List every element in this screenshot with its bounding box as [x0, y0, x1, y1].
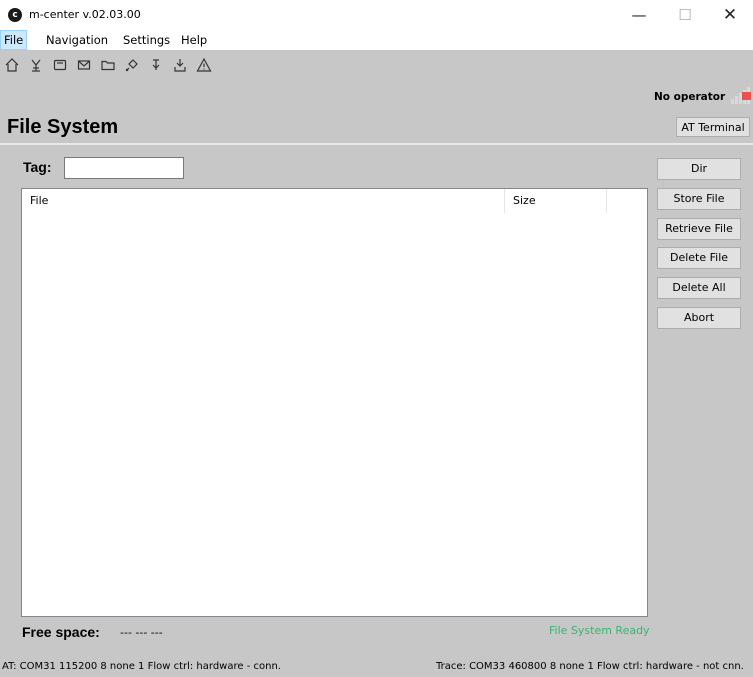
at-terminal-button[interactable]: AT Terminal	[676, 117, 750, 137]
page-title: File System	[7, 116, 119, 138]
app-logo-icon: c	[8, 8, 22, 22]
home-icon[interactable]	[4, 57, 20, 73]
tower-icon[interactable]	[148, 57, 164, 73]
satellite-icon[interactable]	[124, 57, 140, 73]
antenna-icon[interactable]	[28, 57, 44, 73]
tag-input[interactable]	[64, 157, 184, 179]
menu-help[interactable]: Help	[181, 33, 207, 47]
retrieve-file-button[interactable]: Retrieve File	[657, 218, 741, 240]
free-space-value: --- --- ---	[120, 626, 163, 639]
message-icon[interactable]	[76, 57, 92, 73]
minimize-button[interactable]: —	[616, 0, 662, 30]
close-button[interactable]: ✕	[707, 0, 753, 30]
at-port-status: AT: COM31 115200 8 none 1 Flow ctrl: har…	[2, 661, 281, 672]
folder-icon[interactable]	[100, 57, 116, 73]
toolbar	[0, 50, 753, 83]
menu-file[interactable]: File	[0, 30, 28, 50]
status-bar: AT: COM31 115200 8 none 1 Flow ctrl: har…	[0, 657, 753, 677]
free-space-label: Free space:	[22, 624, 100, 640]
warning-icon[interactable]	[196, 57, 212, 73]
app-content: No operator File System AT Terminal Tag:…	[0, 50, 753, 677]
menu-navigation[interactable]: Navigation	[46, 33, 108, 47]
delete-file-button[interactable]: Delete File	[657, 247, 741, 269]
title-bar: c m-center v.02.03.00 — ☐ ✕	[0, 0, 753, 30]
header-divider	[0, 143, 753, 145]
store-file-button[interactable]: Store File	[657, 188, 741, 210]
delete-all-button[interactable]: Delete All	[657, 277, 741, 299]
sim-card-icon[interactable]	[52, 57, 68, 73]
tag-label: Tag:	[23, 159, 52, 175]
operator-status: No operator	[654, 91, 726, 103]
abort-button[interactable]: Abort	[657, 307, 741, 329]
trace-port-status: Trace: COM33 460800 8 none 1 Flow ctrl: …	[436, 661, 744, 672]
maximize-button[interactable]: ☐	[662, 0, 708, 30]
signal-strength-icon	[730, 83, 753, 105]
dir-button[interactable]: Dir	[657, 158, 741, 180]
column-header-file[interactable]: File	[22, 189, 504, 213]
file-system-status: File System Ready	[549, 624, 650, 637]
menu-bar: File Navigation Settings Help	[0, 30, 753, 50]
download-icon[interactable]	[172, 57, 188, 73]
column-header-size[interactable]: Size	[504, 189, 607, 213]
file-list[interactable]: File Size	[21, 188, 648, 617]
menu-settings[interactable]: Settings	[123, 33, 170, 47]
window-title: m-center v.02.03.00	[29, 8, 141, 21]
